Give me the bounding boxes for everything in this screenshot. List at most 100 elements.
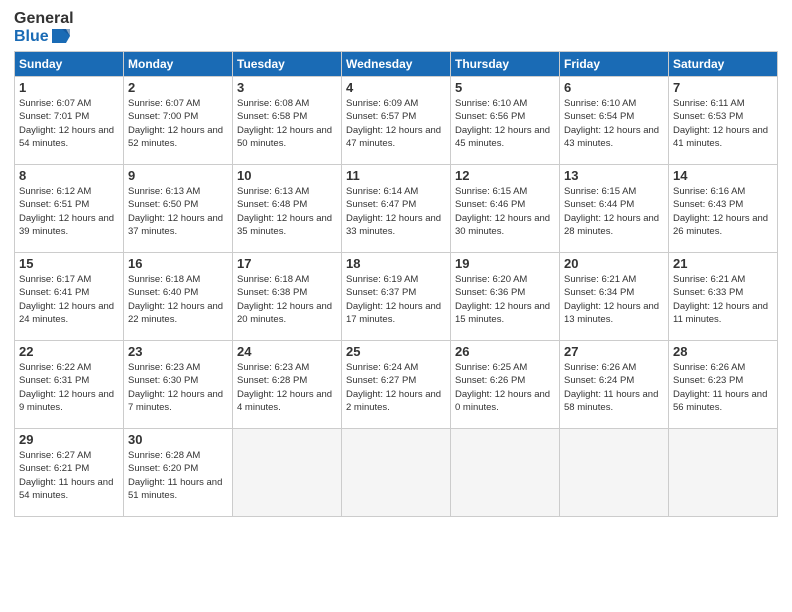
weekday-header: Thursday — [451, 52, 560, 77]
day-number: 13 — [564, 168, 664, 183]
day-detail: Sunrise: 6:24 AMSunset: 6:27 PMDaylight:… — [346, 361, 446, 414]
weekday-header: Saturday — [669, 52, 778, 77]
logo-wordmark: General Blue — [14, 10, 74, 45]
day-number: 26 — [455, 344, 555, 359]
calendar-day-cell: 5Sunrise: 6:10 AMSunset: 6:56 PMDaylight… — [451, 77, 560, 165]
calendar-week-row: 22 Sunrise: 6:22 AMSunset: 6:31 PMDayligh… — [15, 341, 778, 429]
calendar-week-row: 29 Sunrise: 6:27 AMSunset: 6:21 PMDayligh… — [15, 429, 778, 517]
calendar-day-cell — [342, 429, 451, 517]
day-detail: Sunrise: 6:22 AMSunset: 6:31 PMDaylight:… — [19, 361, 119, 414]
day-detail: Sunrise: 6:26 AMSunset: 6:24 PMDaylight:… — [564, 361, 664, 414]
calendar-day-cell: 15 Sunrise: 6:17 AMSunset: 6:41 PMDayligh… — [15, 253, 124, 341]
weekday-header: Tuesday — [233, 52, 342, 77]
calendar-header-row: SundayMondayTuesdayWednesdayThursdayFrid… — [15, 52, 778, 77]
logo: General Blue — [14, 10, 74, 45]
day-number: 6 — [564, 80, 664, 95]
calendar-day-cell: 13 Sunrise: 6:15 AMSunset: 6:44 PMDayligh… — [560, 165, 669, 253]
day-number: 2 — [128, 80, 228, 95]
calendar-day-cell: 7Sunrise: 6:11 AMSunset: 6:53 PMDaylight… — [669, 77, 778, 165]
calendar-week-row: 8 Sunrise: 6:12 AMSunset: 6:51 PMDaylight… — [15, 165, 778, 253]
page-header: General Blue — [14, 10, 778, 45]
calendar-day-cell: 19 Sunrise: 6:20 AMSunset: 6:36 PMDayligh… — [451, 253, 560, 341]
calendar-day-cell: 24Sunrise: 6:23 AMSunset: 6:28 PMDayligh… — [233, 341, 342, 429]
day-number: 16 — [128, 256, 228, 271]
day-detail: Sunrise: 6:11 AMSunset: 6:53 PMDaylight:… — [673, 97, 773, 150]
calendar-day-cell: 11 Sunrise: 6:14 AMSunset: 6:47 PMDayligh… — [342, 165, 451, 253]
page-container: General Blue SundayMondayTuesdayWednesda… — [0, 0, 792, 527]
logo-blue: Blue — [14, 28, 74, 46]
calendar-day-cell — [669, 429, 778, 517]
day-number: 14 — [673, 168, 773, 183]
weekday-header: Sunday — [15, 52, 124, 77]
day-detail: Sunrise: 6:07 AMSunset: 7:01 PMDaylight:… — [19, 97, 119, 150]
calendar-day-cell: 26 Sunrise: 6:25 AMSunset: 6:26 PMDayligh… — [451, 341, 560, 429]
day-number: 15 — [19, 256, 119, 271]
calendar-day-cell: 2 Sunrise: 6:07 AMSunset: 7:00 PMDaylight… — [124, 77, 233, 165]
day-detail: Sunrise: 6:25 AMSunset: 6:26 PMDaylight:… — [455, 361, 555, 414]
day-detail: Sunrise: 6:07 AMSunset: 7:00 PMDaylight:… — [128, 97, 228, 150]
day-number: 18 — [346, 256, 446, 271]
calendar-day-cell: 18 Sunrise: 6:19 AMSunset: 6:37 PMDayligh… — [342, 253, 451, 341]
logo-general: General — [14, 10, 74, 28]
calendar-day-cell: 17 Sunrise: 6:18 AMSunset: 6:38 PMDayligh… — [233, 253, 342, 341]
day-detail: Sunrise: 6:28 AMSunset: 6:20 PMDaylight:… — [128, 449, 228, 502]
calendar-day-cell: 8 Sunrise: 6:12 AMSunset: 6:51 PMDaylight… — [15, 165, 124, 253]
day-detail: Sunrise: 6:13 AMSunset: 6:48 PMDaylight:… — [237, 185, 337, 238]
day-detail: Sunrise: 6:23 AMSunset: 6:30 PMDaylight:… — [128, 361, 228, 414]
day-number: 30 — [128, 432, 228, 447]
day-detail: Sunrise: 6:15 AMSunset: 6:44 PMDaylight:… — [564, 185, 664, 238]
calendar-day-cell: 1 Sunrise: 6:07 AMSunset: 7:01 PMDaylight… — [15, 77, 124, 165]
day-number: 11 — [346, 168, 446, 183]
day-number: 23 — [128, 344, 228, 359]
day-number: 28 — [673, 344, 773, 359]
day-detail: Sunrise: 6:18 AMSunset: 6:40 PMDaylight:… — [128, 273, 228, 326]
day-detail: Sunrise: 6:12 AMSunset: 6:51 PMDaylight:… — [19, 185, 119, 238]
weekday-header: Monday — [124, 52, 233, 77]
day-detail: Sunrise: 6:23 AMSunset: 6:28 PMDaylight:… — [237, 361, 337, 414]
calendar-day-cell: 30 Sunrise: 6:28 AMSunset: 6:20 PMDayligh… — [124, 429, 233, 517]
calendar-table: SundayMondayTuesdayWednesdayThursdayFrid… — [14, 51, 778, 517]
day-number: 5 — [455, 80, 555, 95]
calendar-day-cell — [451, 429, 560, 517]
day-detail: Sunrise: 6:08 AMSunset: 6:58 PMDaylight:… — [237, 97, 337, 150]
day-detail: Sunrise: 6:15 AMSunset: 6:46 PMDaylight:… — [455, 185, 555, 238]
day-number: 25 — [346, 344, 446, 359]
day-number: 29 — [19, 432, 119, 447]
day-number: 3 — [237, 80, 337, 95]
day-number: 17 — [237, 256, 337, 271]
calendar-day-cell: 22 Sunrise: 6:22 AMSunset: 6:31 PMDayligh… — [15, 341, 124, 429]
calendar-day-cell — [233, 429, 342, 517]
day-detail: Sunrise: 6:17 AMSunset: 6:41 PMDaylight:… — [19, 273, 119, 326]
calendar-day-cell: 14Sunrise: 6:16 AMSunset: 6:43 PMDayligh… — [669, 165, 778, 253]
day-number: 4 — [346, 80, 446, 95]
calendar-day-cell: 21Sunrise: 6:21 AMSunset: 6:33 PMDayligh… — [669, 253, 778, 341]
day-number: 12 — [455, 168, 555, 183]
calendar-day-cell: 20 Sunrise: 6:21 AMSunset: 6:34 PMDayligh… — [560, 253, 669, 341]
weekday-header: Wednesday — [342, 52, 451, 77]
day-detail: Sunrise: 6:10 AMSunset: 6:54 PMDaylight:… — [564, 97, 664, 150]
day-detail: Sunrise: 6:09 AMSunset: 6:57 PMDaylight:… — [346, 97, 446, 150]
day-number: 1 — [19, 80, 119, 95]
calendar-day-cell: 4 Sunrise: 6:09 AMSunset: 6:57 PMDaylight… — [342, 77, 451, 165]
day-number: 21 — [673, 256, 773, 271]
calendar-day-cell: 29 Sunrise: 6:27 AMSunset: 6:21 PMDayligh… — [15, 429, 124, 517]
day-number: 20 — [564, 256, 664, 271]
day-detail: Sunrise: 6:14 AMSunset: 6:47 PMDaylight:… — [346, 185, 446, 238]
calendar-week-row: 15 Sunrise: 6:17 AMSunset: 6:41 PMDayligh… — [15, 253, 778, 341]
calendar-day-cell: 3 Sunrise: 6:08 AMSunset: 6:58 PMDaylight… — [233, 77, 342, 165]
day-number: 8 — [19, 168, 119, 183]
day-detail: Sunrise: 6:19 AMSunset: 6:37 PMDaylight:… — [346, 273, 446, 326]
day-number: 10 — [237, 168, 337, 183]
calendar-day-cell: 6 Sunrise: 6:10 AMSunset: 6:54 PMDaylight… — [560, 77, 669, 165]
calendar-day-cell — [560, 429, 669, 517]
weekday-header: Friday — [560, 52, 669, 77]
calendar-week-row: 1 Sunrise: 6:07 AMSunset: 7:01 PMDaylight… — [15, 77, 778, 165]
day-number: 19 — [455, 256, 555, 271]
day-detail: Sunrise: 6:26 AMSunset: 6:23 PMDaylight:… — [673, 361, 773, 414]
day-detail: Sunrise: 6:21 AMSunset: 6:34 PMDaylight:… — [564, 273, 664, 326]
day-number: 22 — [19, 344, 119, 359]
day-detail: Sunrise: 6:27 AMSunset: 6:21 PMDaylight:… — [19, 449, 119, 502]
day-detail: Sunrise: 6:18 AMSunset: 6:38 PMDaylight:… — [237, 273, 337, 326]
calendar-day-cell: 27Sunrise: 6:26 AMSunset: 6:24 PMDayligh… — [560, 341, 669, 429]
day-detail: Sunrise: 6:20 AMSunset: 6:36 PMDaylight:… — [455, 273, 555, 326]
